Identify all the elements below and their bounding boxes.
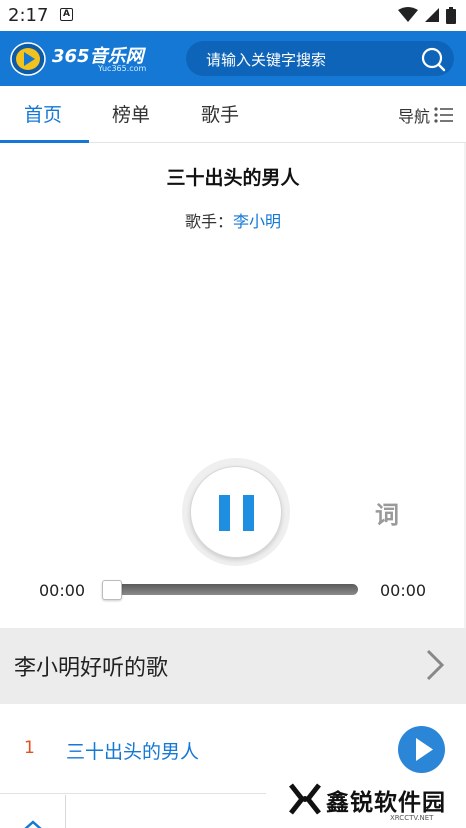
status-bar: 2:17 A — [0, 0, 466, 31]
song-title: 三十出头的男人 — [166, 167, 300, 189]
play-song-button[interactable] — [398, 726, 445, 773]
status-time: 2:17 — [8, 5, 49, 26]
watermark-logo-icon — [289, 783, 321, 815]
nav-menu-button[interactable]: 导航 — [398, 103, 454, 127]
chevron-right-icon — [426, 649, 445, 681]
search-placeholder: 请输入关键字搜索 — [206, 51, 327, 69]
chevron-up-icon — [24, 820, 42, 828]
logo-play-icon — [10, 42, 46, 76]
singer-label: 歌手： — [184, 212, 233, 231]
tab-charts[interactable]: 榜单 — [112, 100, 150, 127]
watermark-subtext: XRCCTV.NET — [390, 814, 434, 822]
lyrics-button[interactable]: 词 — [375, 495, 399, 530]
menu-list-icon — [434, 107, 453, 123]
total-time: 00:00 — [380, 581, 427, 600]
section-title: 李小明好听的歌 — [14, 656, 169, 681]
battery-icon — [446, 6, 456, 24]
search-icon[interactable] — [420, 46, 446, 72]
signal-icon — [425, 8, 439, 22]
pause-button[interactable] — [182, 458, 290, 566]
divider — [65, 795, 66, 828]
logo-subtitle: Yuc365.com — [98, 64, 147, 73]
section-header[interactable]: 李小明好听的歌 — [0, 628, 466, 704]
status-icons — [398, 6, 456, 24]
progress-thumb[interactable] — [102, 580, 122, 600]
song-name[interactable]: 三十出头的男人 — [66, 737, 199, 764]
play-icon — [416, 738, 433, 761]
search-input[interactable]: 请输入关键字搜索 — [186, 41, 454, 76]
song-rank: 1 — [24, 738, 35, 758]
notification-icon: A — [60, 8, 73, 21]
watermark-text: 鑫锐软件园 — [326, 790, 446, 816]
current-time: 00:00 — [39, 581, 86, 600]
active-tab-indicator — [0, 140, 89, 143]
app-logo[interactable]: 365音乐网 Yuc365.com — [10, 40, 160, 78]
watermark: 鑫锐软件园 XRCCTV.NET — [266, 774, 466, 828]
wifi-icon — [398, 7, 418, 22]
pause-button-face — [190, 466, 282, 558]
progress-bar[interactable] — [104, 584, 358, 595]
tab-home[interactable]: 首页 — [24, 100, 62, 127]
nav-label: 导航 — [397, 107, 430, 126]
singer-row: 歌手：李小明 — [0, 208, 466, 232]
singer-link[interactable]: 李小明 — [233, 212, 281, 231]
app-header: 365音乐网 Yuc365.com 请输入关键字搜索 — [0, 31, 466, 86]
tab-bar: 首页 榜单 歌手 导航 — [0, 86, 466, 143]
tab-singers[interactable]: 歌手 — [201, 100, 239, 127]
